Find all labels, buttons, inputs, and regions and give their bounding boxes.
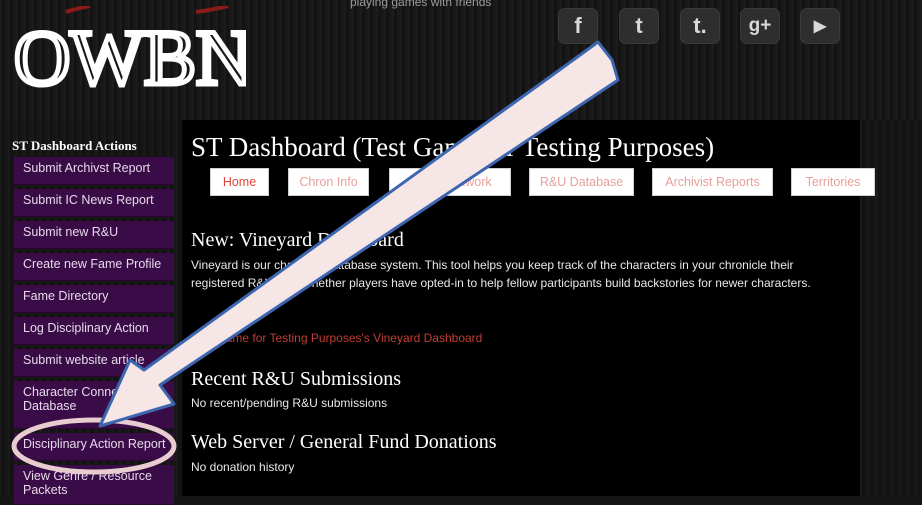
highlight-ellipse bbox=[11, 417, 177, 475]
annotation-overlay bbox=[11, 40, 620, 475]
annotation-arrow bbox=[98, 40, 620, 428]
